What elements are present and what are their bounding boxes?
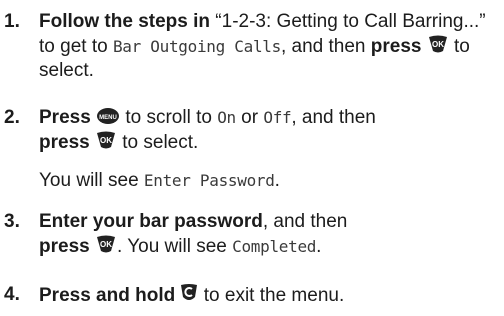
- step-number: 2.: [4, 107, 20, 128]
- note-text: You will see: [39, 170, 139, 191]
- ok-key-label: OK: [100, 136, 112, 145]
- step-number: 3.: [4, 211, 20, 232]
- step-text: Press and hold to exit the menu.: [39, 283, 502, 308]
- step-text-part: and then: [291, 36, 366, 57]
- step-text: Follow the steps in “1-2-3: Getting to C…: [39, 10, 502, 83]
- ok-key-icon: OK: [96, 235, 115, 253]
- ok-key-label: OK: [432, 40, 444, 49]
- press-label: press: [370, 36, 422, 57]
- option-on: On: [217, 108, 236, 127]
- instruction-page: 1. Follow the steps in “1-2-3: Getting t…: [0, 0, 504, 316]
- screen-text: Enter Password: [143, 171, 275, 190]
- step-tail: to exit the menu.: [203, 285, 345, 306]
- note: You will see Enter Password.: [39, 169, 280, 193]
- option-off: Off: [263, 108, 292, 127]
- screen-text: Completed: [232, 237, 317, 256]
- step-lead: Press and hold: [39, 285, 176, 306]
- punct: .: [316, 236, 322, 257]
- step-text-part: , and then: [262, 211, 348, 232]
- step-text-part: . You will see: [116, 236, 227, 257]
- step-text-part: or: [241, 107, 259, 128]
- ok-key-icon: OK: [96, 131, 115, 149]
- menu-key-icon: MENU: [97, 108, 120, 124]
- step-number: 1.: [4, 11, 20, 32]
- punct: .: [274, 170, 280, 191]
- clear-back-key-icon: [181, 284, 198, 300]
- screen-text: Bar Outgoing Calls: [112, 37, 281, 56]
- step-lead: Enter your bar password: [39, 211, 263, 232]
- step-number: 4.: [4, 284, 20, 305]
- step-text: Press MENU to scroll to On or Off, and t…: [39, 106, 502, 155]
- ok-key-icon: OK: [428, 35, 447, 53]
- step-text-part: to scroll to: [125, 107, 212, 128]
- step-text: Enter your bar password, and then press …: [39, 210, 502, 259]
- menu-key-label: MENU: [99, 115, 117, 121]
- ok-key-label: OK: [100, 240, 112, 249]
- press-label: press: [39, 236, 90, 257]
- punct: ,: [280, 36, 287, 57]
- press-label: Press: [39, 107, 91, 128]
- step-lead: Follow the steps in: [39, 11, 211, 32]
- press-label: press: [39, 132, 90, 153]
- step-text-part: , and then: [291, 107, 376, 128]
- step-tail: to select.: [122, 132, 199, 153]
